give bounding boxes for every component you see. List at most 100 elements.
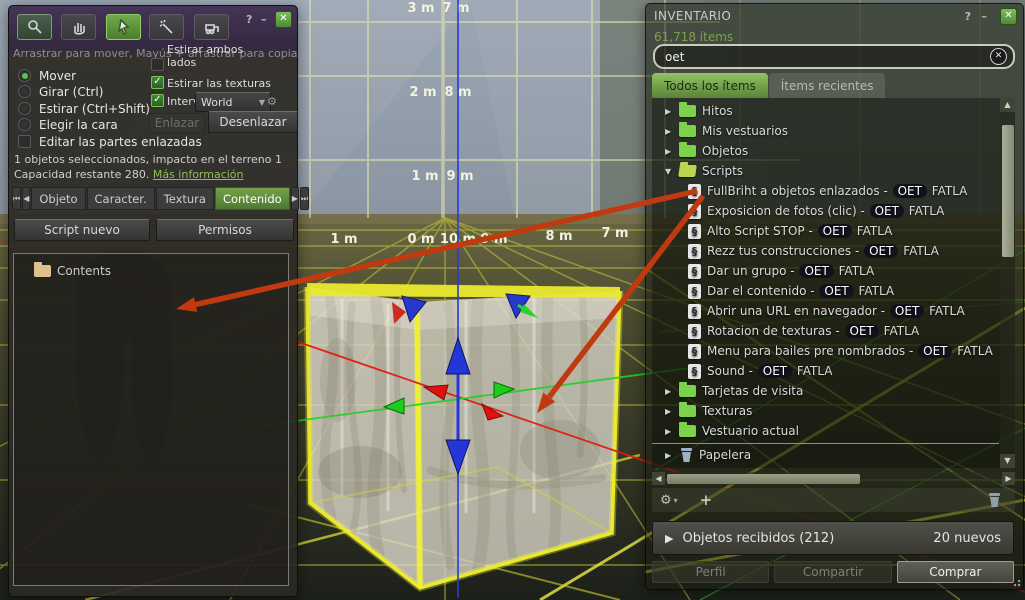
tab-objeto[interactable]: Objeto [31, 187, 85, 210]
help-button[interactable]: ? [965, 9, 971, 24]
tab-caracter[interactable]: Caracter. [87, 187, 155, 210]
inventory-search-input[interactable]: oet ✕ [653, 44, 1015, 69]
tab-scroll-left-icon[interactable]: ◀ [22, 187, 30, 210]
radio-elegir-cara[interactable]: Elegir la cara [18, 117, 118, 132]
inventory-item-script[interactable]: §FullBriht a objetos enlazados - OET FAT… [652, 181, 999, 201]
inventory-item-script[interactable]: §Alto Script STOP - OET FATLA [652, 221, 999, 241]
inventory-item-script[interactable]: §Rezz tus construcciones - OET FATLA [652, 241, 999, 261]
scroll-right-icon[interactable]: ▶ [1002, 472, 1015, 485]
expand-arrow-icon[interactable]: ▶ [665, 532, 673, 545]
inventory-item-script[interactable]: §Dar un grupo - OET FATLA [652, 261, 999, 281]
close-button[interactable]: ✕ [1000, 8, 1017, 25]
radio-mover[interactable]: Mover [18, 68, 76, 83]
expand-arrow-icon[interactable]: ▶ [665, 407, 676, 416]
stretch-textures-checkbox[interactable]: ✓ [151, 76, 164, 89]
stretch-both-checkbox[interactable] [151, 58, 164, 71]
new-script-button[interactable]: Script nuevo [14, 219, 150, 241]
focus-tool-button[interactable] [17, 14, 52, 40]
tab-textura[interactable]: Textura [156, 187, 214, 210]
checkbox-icon[interactable] [18, 135, 31, 148]
inventory-folder-hitos[interactable]: ▶Hitos [652, 101, 999, 121]
radio-icon[interactable] [18, 85, 31, 98]
tab-todos-los-items[interactable]: Todos los ítems [652, 73, 768, 98]
radio-icon[interactable] [18, 118, 31, 131]
scroll-up-icon[interactable]: ▲ [1000, 98, 1015, 112]
expand-arrow-icon[interactable]: ▼ [665, 167, 676, 176]
tab-contenido[interactable]: Contenido [215, 187, 290, 210]
minimize-button[interactable]: – [982, 9, 988, 24]
search-match-highlight: OET [864, 244, 898, 258]
add-new-button[interactable]: + [700, 491, 713, 509]
scrollbar-thumb[interactable] [667, 474, 860, 484]
script-icon: § [688, 284, 701, 299]
minimize-button[interactable]: – [261, 12, 267, 27]
inventory-folder-papelera[interactable]: ▶Papelera [652, 445, 999, 465]
build-tools-window: ? – ✕ Arrastrar para mover, Mayús + arra… [8, 5, 298, 597]
inventory-item-script[interactable]: §Dar el contenido - OET FATLA [652, 281, 999, 301]
link-button[interactable]: Enlazar [149, 113, 205, 133]
scroll-left-icon[interactable]: ◀ [652, 472, 665, 485]
ruler-label: 0 m [407, 232, 434, 247]
inventory-folder-mis-vestuarios[interactable]: ▶Mis vestuarios [652, 121, 999, 141]
share-button[interactable]: Compartir [774, 561, 891, 583]
move-tool-button[interactable] [61, 14, 96, 40]
tab-scroll-first-icon[interactable]: ⏮ [12, 187, 21, 210]
more-info-link[interactable]: Más información [153, 168, 244, 181]
contents-panel[interactable]: Contents [13, 253, 289, 586]
create-tool-button[interactable] [149, 14, 184, 40]
tab-items-recientes[interactable]: Ítems recientes [769, 73, 886, 98]
contents-root-folder[interactable]: Contents [34, 264, 111, 278]
gear-menu-button[interactable]: ⚙▾ [660, 493, 678, 508]
expand-arrow-icon[interactable]: ▶ [665, 427, 676, 436]
inventory-item-script[interactable]: §Sound - OET FATLA [652, 361, 999, 381]
help-button[interactable]: ? [246, 12, 252, 27]
resize-grip[interactable] [1011, 577, 1021, 587]
clear-search-icon[interactable]: ✕ [990, 48, 1007, 65]
folder-icon [678, 165, 697, 177]
inventory-item-script[interactable]: §Rotacion de texturas - OET FATLA [652, 321, 999, 341]
grid-mode-dropdown[interactable]: World ▼ [195, 92, 271, 112]
buy-button[interactable]: Comprar [897, 561, 1014, 583]
tab-scroll-last-icon[interactable]: ⏭ [300, 187, 309, 210]
inventory-item-script[interactable]: §Menu para bailes pre nombrados - OET FA… [652, 341, 999, 361]
inventory-item-script[interactable]: §Exposicion de fotos (clic) - OET FATLA [652, 201, 999, 221]
profile-button[interactable]: Perfil [652, 561, 769, 583]
inventory-title: INVENTARIO [654, 9, 731, 23]
radio-icon[interactable] [18, 102, 31, 115]
tab-scroll-right-icon[interactable]: ▶ [291, 187, 299, 210]
item-label: Objetos [702, 144, 748, 158]
scrollbar-thumb[interactable] [1002, 125, 1014, 257]
scroll-down-icon[interactable]: ▼ [1000, 454, 1015, 468]
radio-estirar[interactable]: Estirar (Ctrl+Shift) [18, 101, 150, 116]
received-items-panel[interactable]: ▶ Objetos recibidos (212) 20 nuevos [652, 521, 1014, 555]
snap-checkbox[interactable]: ✓ [151, 94, 164, 107]
hand-icon [70, 19, 88, 35]
land-tool-button[interactable] [194, 14, 229, 40]
magnifier-icon [26, 19, 44, 35]
expand-arrow-icon[interactable]: ▶ [665, 127, 676, 136]
expand-arrow-icon[interactable]: ▶ [665, 387, 676, 396]
unlink-button[interactable]: Desenlazar [208, 111, 298, 133]
expand-arrow-icon[interactable]: ▶ [665, 147, 676, 156]
radio-girar[interactable]: Girar (Ctrl) [18, 84, 103, 99]
expand-arrow-icon[interactable]: ▶ [665, 107, 676, 116]
inventory-folder-vestuario-actual[interactable]: ▶Vestuario actual [652, 421, 999, 441]
edit-linked-checkbox[interactable]: Editar las partes enlazadas [18, 134, 202, 149]
radio-icon[interactable] [18, 69, 31, 82]
inventory-folder-tarjetas-de-visita[interactable]: ▶Tarjetas de visita [652, 381, 999, 401]
folder-icon [679, 105, 696, 117]
close-button[interactable]: ✕ [275, 11, 292, 28]
inventory-item-script[interactable]: §Abrir una URL en navegador - OET FATLA [652, 301, 999, 321]
inventory-folder-texturas[interactable]: ▶Texturas [652, 401, 999, 421]
horizontal-scrollbar[interactable]: ◀ ▶ [652, 472, 1015, 485]
search-match-highlight: OET [758, 364, 792, 378]
inventory-folder-scripts[interactable]: ▼Scripts [652, 161, 999, 181]
inventory-folder-objetos[interactable]: ▶ Objetos [652, 141, 999, 161]
permissions-button[interactable]: Permisos [156, 219, 294, 241]
grid-options-icon[interactable]: ⚙ [267, 95, 277, 108]
expand-arrow-icon[interactable]: ▶ [665, 451, 676, 460]
trash-icon[interactable] [988, 493, 1001, 507]
item-label: Menu para bailes pre nombrados - OET FAT… [707, 344, 993, 358]
vertical-scrollbar[interactable]: ▲ ▼ [1000, 98, 1015, 468]
edit-tool-button[interactable] [106, 14, 141, 40]
